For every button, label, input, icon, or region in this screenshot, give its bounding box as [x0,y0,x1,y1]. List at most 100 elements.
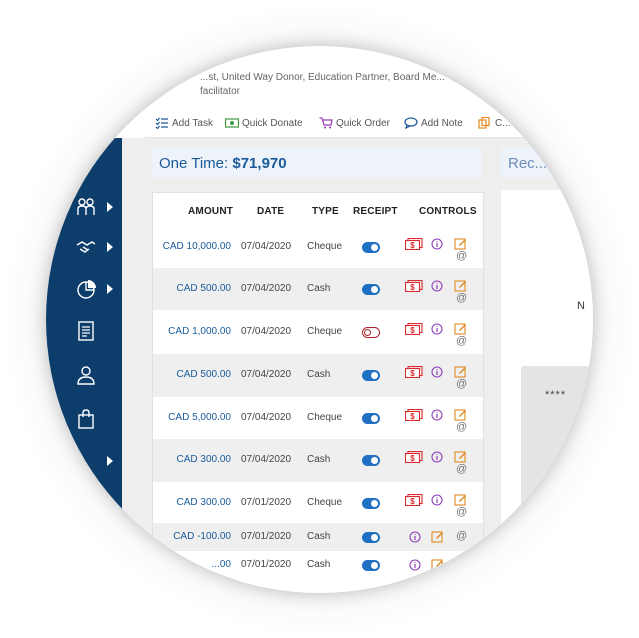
chevron-right-icon [107,284,113,294]
table-row: CAD -100.00 07/01/2020 Cash @ [153,523,483,551]
quick-donate-button[interactable]: Quick Donate [225,117,303,129]
info-icon[interactable] [431,238,443,250]
table-row: CAD 300.00 07/04/2020 Cash $ @ [153,439,483,482]
edit-icon[interactable] [431,530,444,543]
receipt-toggle[interactable] [362,284,380,295]
table-row: CAD 10,000.00 07/04/2020 Cheque $ @ [153,226,483,268]
email-receipt-icon[interactable]: @ [456,506,467,518]
edit-icon[interactable] [454,365,467,378]
magnifier-circle: ...es ...st, United Way Donor, Education… [46,46,593,593]
email-receipt-icon[interactable]: @ [456,463,467,475]
info-icon[interactable] [431,409,443,421]
email-receipt-icon[interactable]: @ [456,378,467,390]
info-icon[interactable] [431,494,443,506]
refund-money-icon[interactable]: $ [405,494,423,506]
amount-link[interactable]: CAD 300.00 [177,454,231,465]
receipt-toggle[interactable] [362,532,380,543]
edit-icon[interactable] [454,408,467,421]
receipt-toggle[interactable] [362,370,380,381]
table-row: CAD 5,000.00 07/04/2020 Cheque $ @ [153,397,483,439]
edit-icon[interactable] [454,322,467,335]
quick-order-button[interactable]: Quick Order [319,117,390,129]
people-icon [77,198,95,215]
speech-bubble-icon [404,117,418,129]
refund-money-icon[interactable]: $ [405,451,423,463]
type-cell: Cash [307,369,331,380]
refund-money-icon[interactable]: $ [405,280,423,292]
table-row: CAD 1,000.00 07/04/2020 Cheque $ @ [153,311,483,354]
shopping-bag-icon [78,409,94,429]
receipt-toggle[interactable] [362,560,380,571]
col-header-amount: AMOUNT [188,206,234,217]
document-icon [78,321,94,341]
email-receipt-icon[interactable]: @ [456,250,467,262]
task-list-icon [155,117,168,129]
receipt-toggle[interactable] [362,455,380,466]
svg-text:$: $ [410,369,415,378]
date-cell: 07/04/2020 [241,412,292,423]
refund-money-icon[interactable]: $ [405,409,423,421]
sidebar-item-orders[interactable] [75,406,115,432]
info-icon[interactable] [431,280,443,292]
info-icon[interactable] [409,559,421,571]
svg-text:$: $ [410,283,415,292]
amount-link[interactable]: CAD 10,000.00 [163,241,231,252]
date-cell: 07/01/2020 [241,559,292,570]
amount-link[interactable]: CAD 500.00 [177,369,231,380]
info-icon[interactable] [409,531,421,543]
sidebar-item-more[interactable] [75,448,115,474]
col-header-type: TYPE [312,206,339,217]
email-receipt-icon[interactable]: @ [456,292,467,304]
refund-money-icon[interactable]: $ [405,238,423,250]
amount-link[interactable]: CAD 500.00 [177,283,231,294]
date-cell: 07/04/2020 [241,241,292,252]
amount-link[interactable]: CAD 1,000.00 [168,326,231,337]
email-receipt-icon[interactable]: @ [456,530,467,542]
email-receipt-icon[interactable]: @ [456,421,467,433]
sidebar-item-contacts[interactable] [75,362,115,388]
table-row: CAD 300.00 07/01/2020 Cheque $ @ [153,482,483,523]
sidebar-item-reports[interactable] [75,276,115,302]
date-cell: 07/04/2020 [241,283,292,294]
date-cell: 07/04/2020 [241,454,292,465]
refund-money-icon[interactable]: $ [405,366,423,378]
edit-icon[interactable] [454,493,467,506]
info-icon[interactable] [431,451,443,463]
chevron-right-icon [107,456,113,466]
svg-text:$: $ [410,454,415,463]
edit-icon[interactable] [431,558,444,571]
edit-icon[interactable] [454,237,467,250]
receipt-toggle[interactable] [362,413,380,424]
recurring-label: Rec... [508,155,548,172]
type-cell: Cheque [307,412,343,423]
sidebar-item-people[interactable] [75,194,115,220]
type-cell: Cash [307,454,331,465]
edit-icon[interactable] [454,450,467,463]
type-cell: Cheque [307,326,343,337]
refund-money-icon[interactable]: $ [405,323,423,335]
info-icon[interactable] [431,366,443,378]
receipt-toggle[interactable] [362,498,380,509]
add-note-button[interactable]: Add Note [404,117,463,129]
amount-link[interactable]: ...00 [212,559,231,570]
amount-link[interactable]: CAD 300.00 [177,497,231,508]
date-cell: 07/01/2020 [241,531,292,542]
sidebar-item-handshake[interactable] [75,234,115,260]
cart-icon [319,117,333,129]
edit-icon[interactable] [454,279,467,292]
col-header-date: DATE [257,206,285,217]
copy-button[interactable]: C... [478,117,511,129]
add-task-button[interactable]: Add Task [155,117,213,129]
amount-link[interactable]: CAD -100.00 [173,531,231,542]
email-receipt-icon[interactable]: @ [456,558,467,570]
email-receipt-icon[interactable]: @ [456,335,467,347]
table-row: CAD 500.00 07/04/2020 Cash $ @ [153,354,483,397]
sidebar-item-documents[interactable] [75,318,115,344]
receipt-toggle[interactable] [362,327,380,338]
type-cell: Cheque [307,497,343,508]
type-cell: Cash [307,283,331,294]
receipt-toggle[interactable] [362,242,380,253]
info-icon[interactable] [431,323,443,335]
type-cell: Cheque [307,241,343,252]
amount-link[interactable]: CAD 5,000.00 [168,412,231,423]
